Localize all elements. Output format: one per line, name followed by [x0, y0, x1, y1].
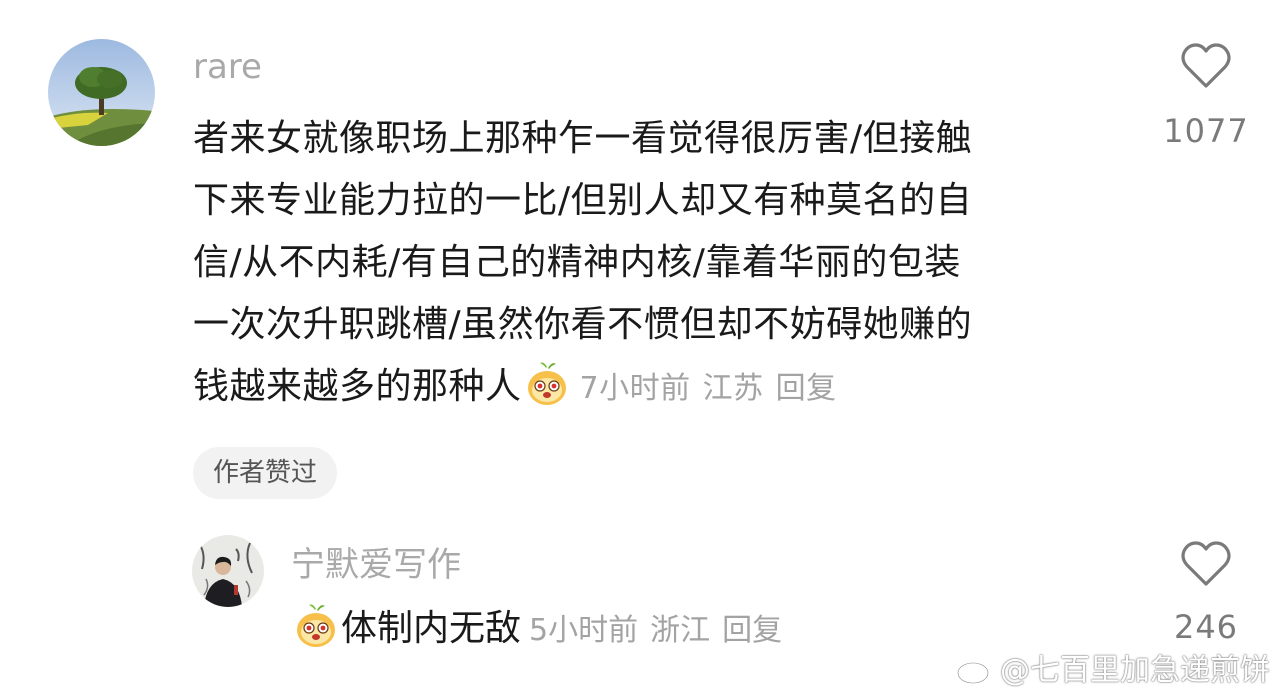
comment-line-last: 钱越来越多的那种人 7小时前 江苏 回复: [193, 356, 1103, 420]
comment-line-text: 钱越来越多的那种人: [193, 366, 522, 407]
reply-meta: 5小时前 浙江 回复: [529, 613, 794, 648]
like-control[interactable]: 1077: [1146, 42, 1266, 150]
comment-line: 者来女就像职场上那种乍一看觉得很厉害/但接触: [193, 118, 973, 159]
smiling-face-emoji-icon: [527, 362, 566, 405]
reply-button[interactable]: 回复: [722, 613, 782, 648]
reply-username[interactable]: 宁默爱写作: [291, 548, 461, 582]
comment-location: 江苏: [702, 371, 764, 406]
watermark: @七百里加急递煎饼: [956, 645, 1270, 689]
comment-line: 下来专业能力拉的一比/但别人却又有种莫名的自: [193, 180, 973, 221]
comment-time: 7小时前: [579, 371, 691, 406]
smiling-face-emoji-icon: [297, 604, 335, 647]
comment-text: 者来女就像职场上那种乍一看觉得很厉害/但接触 下来专业能力拉的一比/但别人却又有…: [193, 108, 1103, 420]
reply-text-content: 体制内无敌: [341, 608, 522, 649]
weibo-icon: [956, 657, 994, 685]
reply-time: 5小时前: [529, 613, 639, 648]
reply-like-control[interactable]: 246: [1146, 540, 1266, 646]
heart-icon[interactable]: [1180, 540, 1232, 588]
reply-avatar[interactable]: [192, 535, 264, 607]
author-liked-badge: 作者赞过: [193, 447, 338, 499]
like-count: 1077: [1163, 112, 1249, 150]
reply-button[interactable]: 回复: [776, 371, 837, 406]
comment-meta: 7小时前 江苏 回复: [580, 371, 849, 406]
avatar[interactable]: [48, 39, 155, 146]
heart-icon[interactable]: [1180, 42, 1232, 90]
username[interactable]: rare: [193, 50, 262, 84]
comment-line: 一次次升职跳槽/虽然你看不惯但却不妨碍她赚的: [193, 304, 973, 345]
watermark-text: @七百里加急递煎饼: [1000, 653, 1270, 688]
reply-location: 浙江: [650, 613, 711, 648]
reply-like-count: 246: [1173, 608, 1239, 646]
comment-line: 信/从不内耗/有自己的精神内核/靠着华丽的包装: [193, 242, 961, 283]
reply-text: 体制内无敌 5小时前 浙江 回复: [291, 598, 794, 662]
